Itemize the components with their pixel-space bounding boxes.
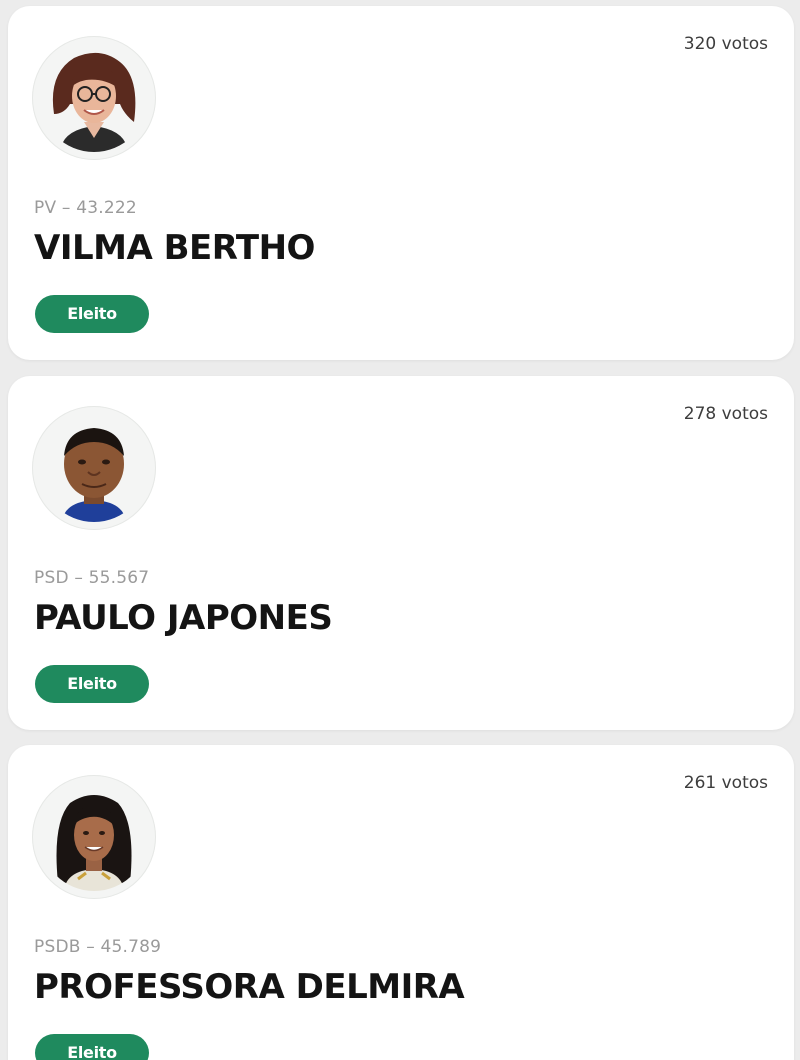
candidate-name: VILMA BERTHO <box>34 228 315 268</box>
party-number: PV – 43.222 <box>34 198 137 218</box>
candidate-name: PAULO JAPONES <box>34 598 333 638</box>
status-badge: Eleito <box>35 295 149 333</box>
status-badge: Eleito <box>35 1034 149 1060</box>
candidate-avatar <box>32 406 156 530</box>
vote-count: 261 votos <box>683 773 768 793</box>
candidate-list: 320 votos PV – 43.222 VILMA BERTHO Eleit… <box>0 0 800 1060</box>
candidate-avatar <box>32 775 156 899</box>
vote-count: 278 votos <box>683 404 768 424</box>
candidate-card[interactable]: 261 votos PSDB – 45.789 PROFESSORA DELMI… <box>8 745 794 1060</box>
party-number: PSDB – 45.789 <box>34 937 162 957</box>
candidate-card[interactable]: 278 votos PSD – 55.567 PAULO JAPONES Ele… <box>8 376 794 730</box>
party-number: PSD – 55.567 <box>34 568 150 588</box>
candidate-name: PROFESSORA DELMIRA <box>34 967 465 1007</box>
candidate-card[interactable]: 320 votos PV – 43.222 VILMA BERTHO Eleit… <box>8 6 794 360</box>
status-badge: Eleito <box>35 665 149 703</box>
vote-count: 320 votos <box>683 34 768 54</box>
candidate-avatar <box>32 36 156 160</box>
